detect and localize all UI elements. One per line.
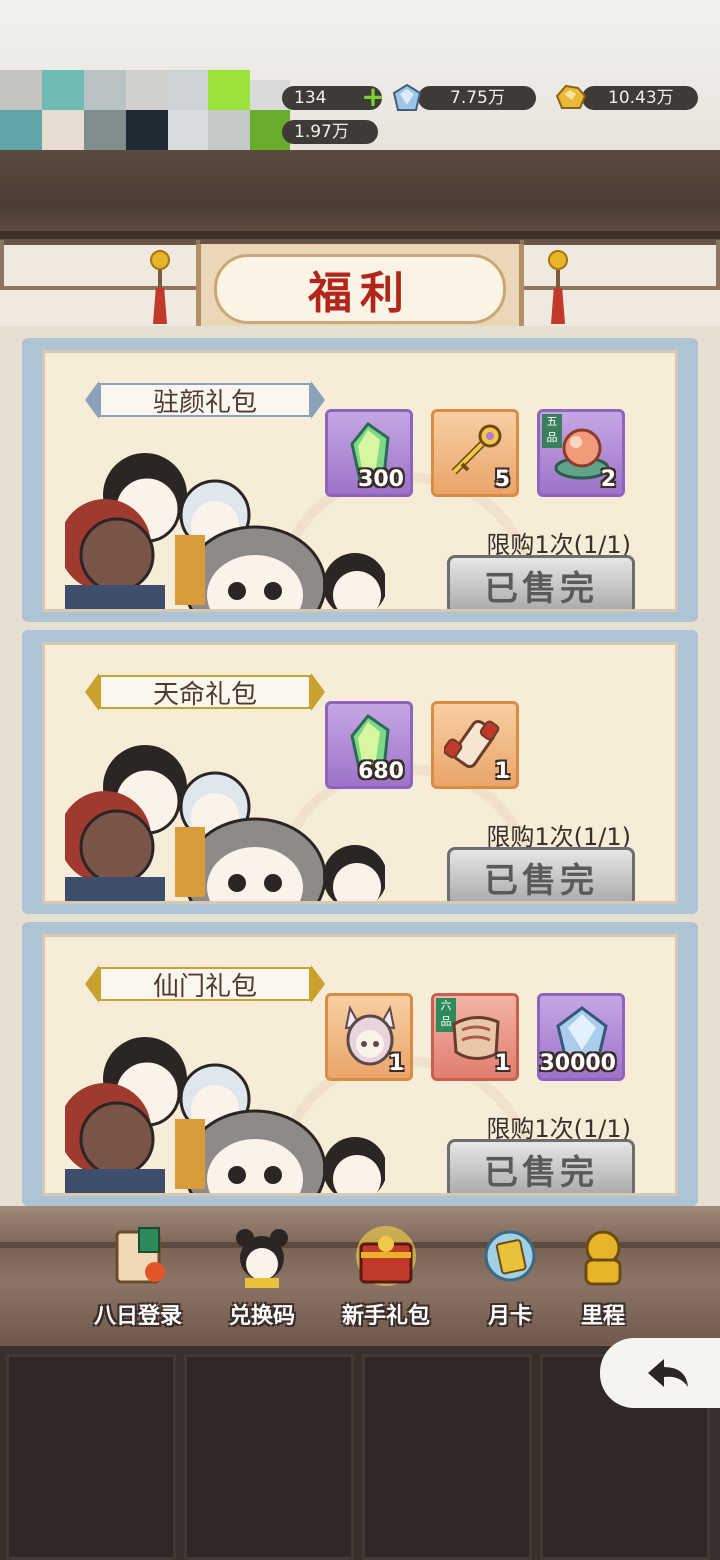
add-stamina-button[interactable]: +: [360, 83, 386, 111]
characters-illustration: [65, 1037, 385, 1193]
nav-label: 兑换码: [228, 1304, 295, 1329]
page-title: 福利: [308, 268, 412, 319]
nav-milestone[interactable]: 里程: [566, 1226, 640, 1326]
nav-monthly-card[interactable]: 月卡: [450, 1226, 570, 1329]
pack-name: 天命礼包: [152, 679, 257, 710]
pack-list[interactable]: 驻颜礼包 300 5 五品 2 限购1次(1/1) 已售完 天命礼包 680 1…: [0, 326, 720, 1206]
girl-avatar-icon: [236, 1229, 288, 1288]
title-plaque: 福利: [214, 254, 506, 324]
pack-name-label: 天命礼包: [85, 671, 325, 713]
reward-item[interactable]: 5: [431, 409, 519, 497]
blue-gem-icon: [392, 83, 422, 111]
reward-item[interactable]: 30000: [537, 993, 625, 1081]
golden-lion-icon: [584, 1230, 622, 1286]
wood-header-band: [0, 150, 720, 245]
other-resource-value: 1.97万: [294, 122, 349, 142]
gold-value: 10.43万: [608, 88, 674, 108]
reward-item[interactable]: 1: [431, 701, 519, 789]
pack-name-label: 驻颜礼包: [85, 379, 325, 421]
sold-out-button[interactable]: 已售完: [447, 555, 635, 609]
nav-label: 八日登录: [93, 1304, 182, 1329]
back-button[interactable]: [600, 1338, 720, 1408]
jade-value: 7.75万: [450, 88, 505, 108]
pack-card: 驻颜礼包 300 5 五品 2 限购1次(1/1) 已售完: [22, 338, 698, 622]
stamina-value: 134: [294, 88, 327, 108]
nav-label: 月卡: [487, 1304, 532, 1329]
pack-name-label: 仙门礼包: [85, 963, 325, 1005]
sold-out-button[interactable]: 已售完: [447, 1139, 635, 1193]
reward-item[interactable]: 五品 2: [537, 409, 625, 497]
gold-bar: 10.43万: [582, 86, 698, 110]
pack-name: 驻颜礼包: [152, 387, 257, 418]
jade-bar: 7.75万: [418, 86, 536, 110]
characters-illustration: [65, 453, 385, 609]
treasure-chest-icon: [356, 1226, 416, 1286]
pack-card: 仙门礼包 1 六品 1 30000 限购1次(1/1) 已售完: [22, 922, 698, 1206]
item-count: 5: [494, 467, 510, 492]
gold-ingot-icon: [555, 84, 587, 109]
lattice-left: [0, 240, 200, 290]
sold-out-button[interactable]: 已售完: [447, 847, 635, 901]
item-count: 30000: [539, 1051, 616, 1076]
item-count: 1: [494, 1051, 510, 1076]
characters-illustration: [65, 745, 385, 901]
nav-label: 新手礼包: [341, 1304, 430, 1329]
nav-label: 里程: [580, 1304, 625, 1326]
nav-eight-day-login[interactable]: 八日登录: [78, 1226, 198, 1329]
pack-card: 天命礼包 680 1 限购1次(1/1) 已售完: [22, 630, 698, 914]
reward-item[interactable]: 六品 1: [431, 993, 519, 1081]
nav-newbie-pack[interactable]: 新手礼包: [326, 1226, 446, 1329]
nav-redeem-code[interactable]: 兑换码: [202, 1226, 322, 1329]
other-resource-bar: 1.97万: [282, 120, 378, 144]
moon-card-icon: [484, 1230, 536, 1282]
pack-name: 仙门礼包: [152, 971, 257, 1002]
item-count: 1: [388, 1051, 404, 1076]
item-count: 2: [600, 467, 616, 492]
item-count: 1: [494, 759, 510, 784]
back-arrow-icon: [648, 1359, 688, 1387]
scroll-bag-icon: [115, 1227, 165, 1284]
